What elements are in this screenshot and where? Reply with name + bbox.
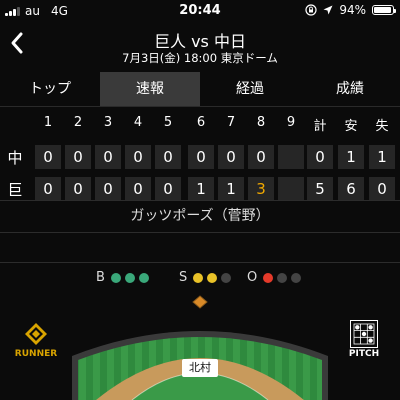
game-title: 巨人 vs 中日 [154,32,246,51]
total-hits: 6 [346,180,356,198]
inning-score: 0 [103,180,113,198]
pitch-label: PITCH [348,349,380,359]
inning-header: 4 [133,115,143,130]
tab-live[interactable]: 速報 [100,72,200,106]
total-header-runs: 計 [313,119,327,134]
fielder-name-tag[interactable]: 北村 [182,359,218,377]
inning-score: 1 [196,180,206,198]
inning-score: 0 [196,148,206,166]
scoreboard-header-row: 1 2 3 4 5 6 7 8 9 計 安 失 [0,112,400,142]
out-indicator [291,272,302,283]
inning-score: 1 [226,180,236,198]
inning-score: 0 [226,148,236,166]
inning-score: 0 [43,148,53,166]
inning-score: 0 [163,180,173,198]
divider [0,232,400,233]
play-description: ガッツポーズ（菅野） [130,208,270,224]
inning-header: 6 [196,115,206,130]
tab-bar: トップ 速報 経過 成績 [0,72,400,107]
runner-diamond-icon [25,323,47,345]
inning-header: 8 [256,115,266,130]
ball-indicator [138,272,149,283]
tab-progress[interactable]: 経過 [200,72,300,106]
battery-percent: 94% [339,3,366,17]
total-header-hits: 安 [344,119,358,134]
strike-indicator [221,272,232,283]
total-runs: 5 [315,180,325,198]
runner-label: RUNNER [14,349,58,359]
team-name-home: 巨 [7,181,23,199]
inning-score: 0 [256,148,266,166]
pitch-button[interactable]: PITCH [328,316,400,376]
battery-icon [372,5,396,15]
scoreboard-row-giants: 巨 0 0 0 0 0 1 1 3 5 6 0 [0,176,400,206]
inning-header: 1 [43,115,53,130]
count-display: B S O [0,270,400,290]
strike-indicator [193,272,204,283]
total-header-errors: 失 [375,119,389,134]
status-right: 94% [305,3,396,17]
nav-header: 巨人 vs 中日 7月3日(金) 18:00 東京ドーム [0,22,400,70]
game-subtitle: 7月3日(金) 18:00 東京ドーム [122,51,278,65]
divider [0,262,400,263]
inning-score: 0 [73,148,83,166]
strikes-count: S [179,270,232,285]
pitch-grid-icon [350,320,378,348]
runner-button[interactable]: RUNNER [0,316,72,376]
inning-score: 0 [103,148,113,166]
location-icon [323,5,333,15]
inning-header: 9 [286,115,296,130]
inning-score: 0 [133,148,143,166]
scoreboard-row-chunichi: 中 0 0 0 0 0 0 0 0 0 1 1 [0,144,400,174]
total-runs: 0 [315,148,325,166]
strikes-label: S [179,270,188,285]
out-indicator [263,272,274,283]
inning-score-current: 3 [256,180,266,198]
scoreboard: 1 2 3 4 5 6 7 8 9 計 安 失 中 0 0 0 0 0 0 0 … [0,112,400,206]
orientation-lock-icon [305,4,317,16]
inning-header: 5 [163,115,173,130]
total-errors: 1 [377,148,387,166]
out-indicator [277,272,288,283]
base-diamond-icon [192,295,208,309]
tab-stats[interactable]: 成績 [300,72,400,106]
baseball-field [72,331,328,400]
ball-indicator [124,272,135,283]
inning-score: 0 [73,180,83,198]
inning-score: 0 [133,180,143,198]
outs-count: O [247,270,302,285]
team-name-away: 中 [7,149,23,167]
inning-score: 0 [163,148,173,166]
outs-label: O [247,270,258,285]
tab-top[interactable]: トップ [0,72,100,106]
divider [0,200,400,201]
inning-header: 7 [226,115,236,130]
ball-indicator [110,272,121,283]
balls-label: B [96,270,105,285]
total-hits: 1 [346,148,356,166]
balls-count: B [96,270,149,285]
status-bar: au 4G 20:44 94% [0,0,400,22]
inning-score: 0 [43,180,53,198]
strike-indicator [207,272,218,283]
inning-header: 3 [103,115,113,130]
inning-header: 2 [73,115,83,130]
total-errors: 0 [377,180,387,198]
